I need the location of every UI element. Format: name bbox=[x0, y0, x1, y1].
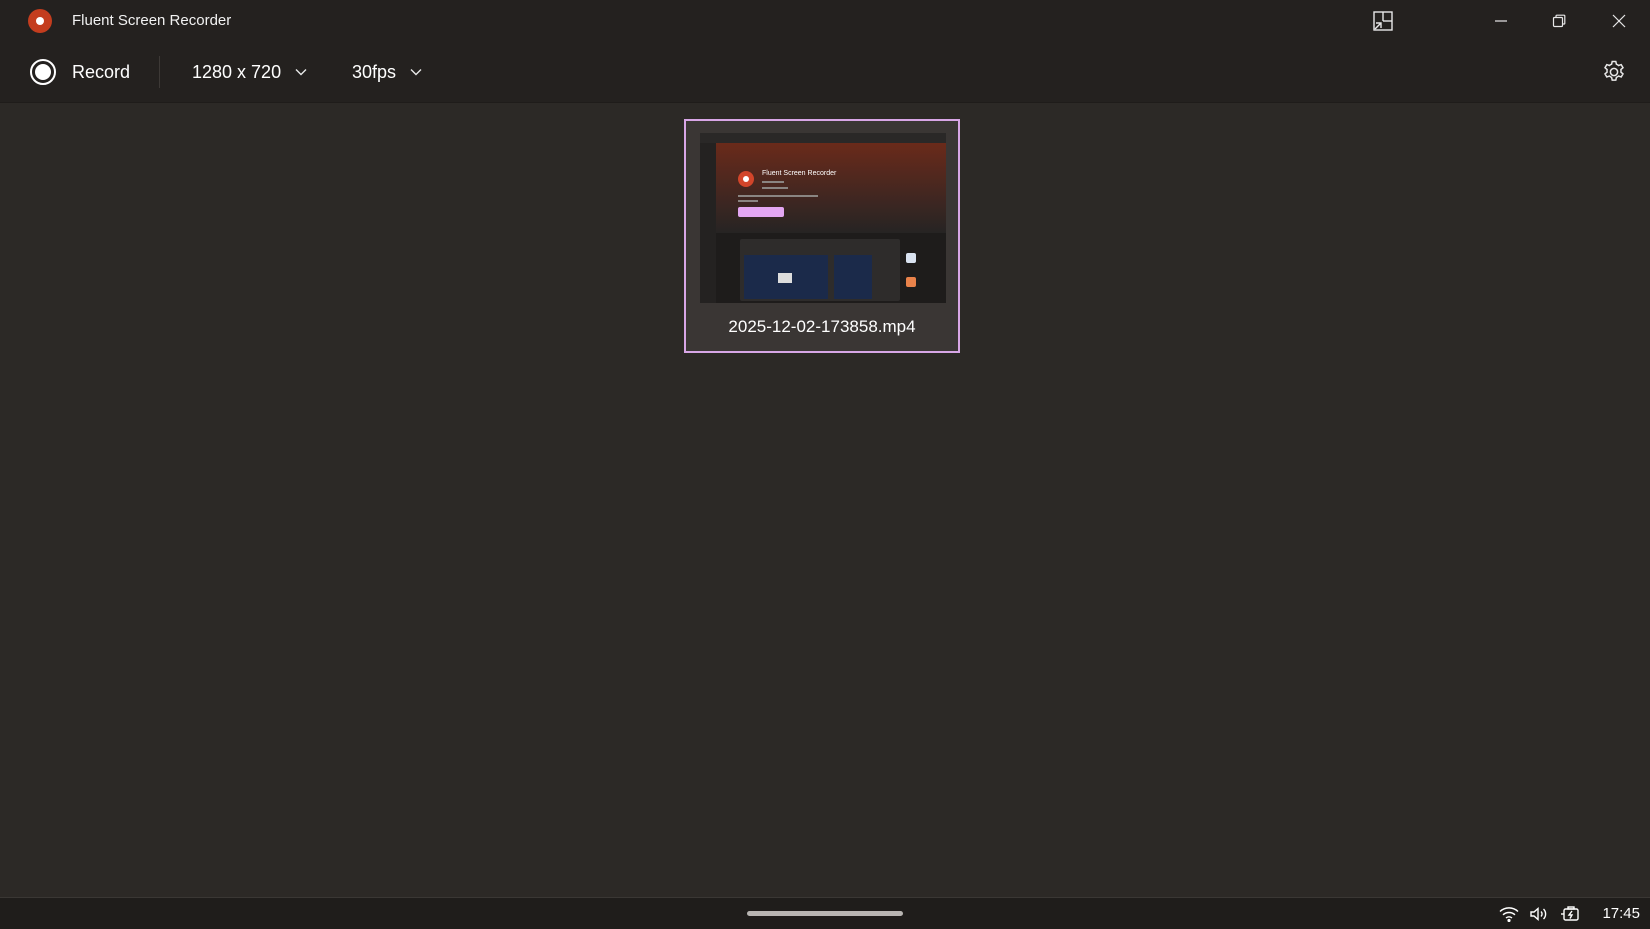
record-icon bbox=[30, 59, 56, 85]
framerate-value: 30fps bbox=[352, 61, 397, 82]
wifi-icon bbox=[1499, 907, 1519, 922]
record-button[interactable]: Record bbox=[24, 50, 136, 94]
taskbar: 17:45 bbox=[0, 897, 1650, 929]
resolution-dropdown[interactable]: 1280 x 720 bbox=[192, 50, 307, 94]
home-indicator[interactable] bbox=[747, 911, 903, 916]
minimize-icon bbox=[1495, 20, 1507, 22]
toolbar-separator bbox=[159, 56, 160, 88]
minimize-button[interactable] bbox=[1472, 0, 1530, 42]
framerate-dropdown[interactable]: 30fps bbox=[352, 50, 422, 94]
chevron-down-icon bbox=[295, 69, 307, 76]
battery-charging-icon bbox=[1561, 906, 1579, 921]
clock: 17:45 bbox=[1602, 905, 1640, 922]
restore-button[interactable] bbox=[1530, 0, 1588, 42]
thumbnail-title: Fluent Screen Recorder bbox=[762, 170, 837, 177]
gear-icon bbox=[1604, 60, 1624, 81]
volume-icon bbox=[1530, 906, 1547, 922]
recording-thumbnail: Fluent Screen Recorder bbox=[700, 133, 946, 303]
thumbnail-app-icon bbox=[738, 171, 754, 187]
record-label: Record bbox=[72, 61, 131, 82]
record-circle-icon bbox=[28, 9, 52, 33]
close-button[interactable] bbox=[1590, 0, 1648, 42]
restore-icon bbox=[1552, 14, 1566, 28]
compact-overlay-button[interactable] bbox=[1354, 0, 1412, 42]
recording-filename: 2025-12-02-173858.mp4 bbox=[728, 317, 916, 336]
title-bar: Fluent Screen Recorder bbox=[0, 0, 1650, 42]
battery-button[interactable] bbox=[1560, 904, 1582, 924]
chevron-down-icon bbox=[410, 69, 422, 76]
close-icon bbox=[1612, 14, 1626, 28]
recording-item[interactable]: Fluent Screen Recorder 2025-12-02-173858… bbox=[684, 119, 960, 353]
app-title: Fluent Screen Recorder bbox=[72, 12, 232, 29]
recordings-grid: Fluent Screen Recorder 2025-12-02-173858… bbox=[0, 103, 1650, 897]
resolution-value: 1280 x 720 bbox=[192, 61, 282, 82]
compact-overlay-icon bbox=[1373, 11, 1393, 31]
wifi-button[interactable] bbox=[1498, 904, 1520, 924]
toolbar: Record 1280 x 720 30fps bbox=[0, 42, 1650, 103]
volume-button[interactable] bbox=[1528, 904, 1550, 924]
settings-button[interactable] bbox=[1598, 56, 1630, 88]
